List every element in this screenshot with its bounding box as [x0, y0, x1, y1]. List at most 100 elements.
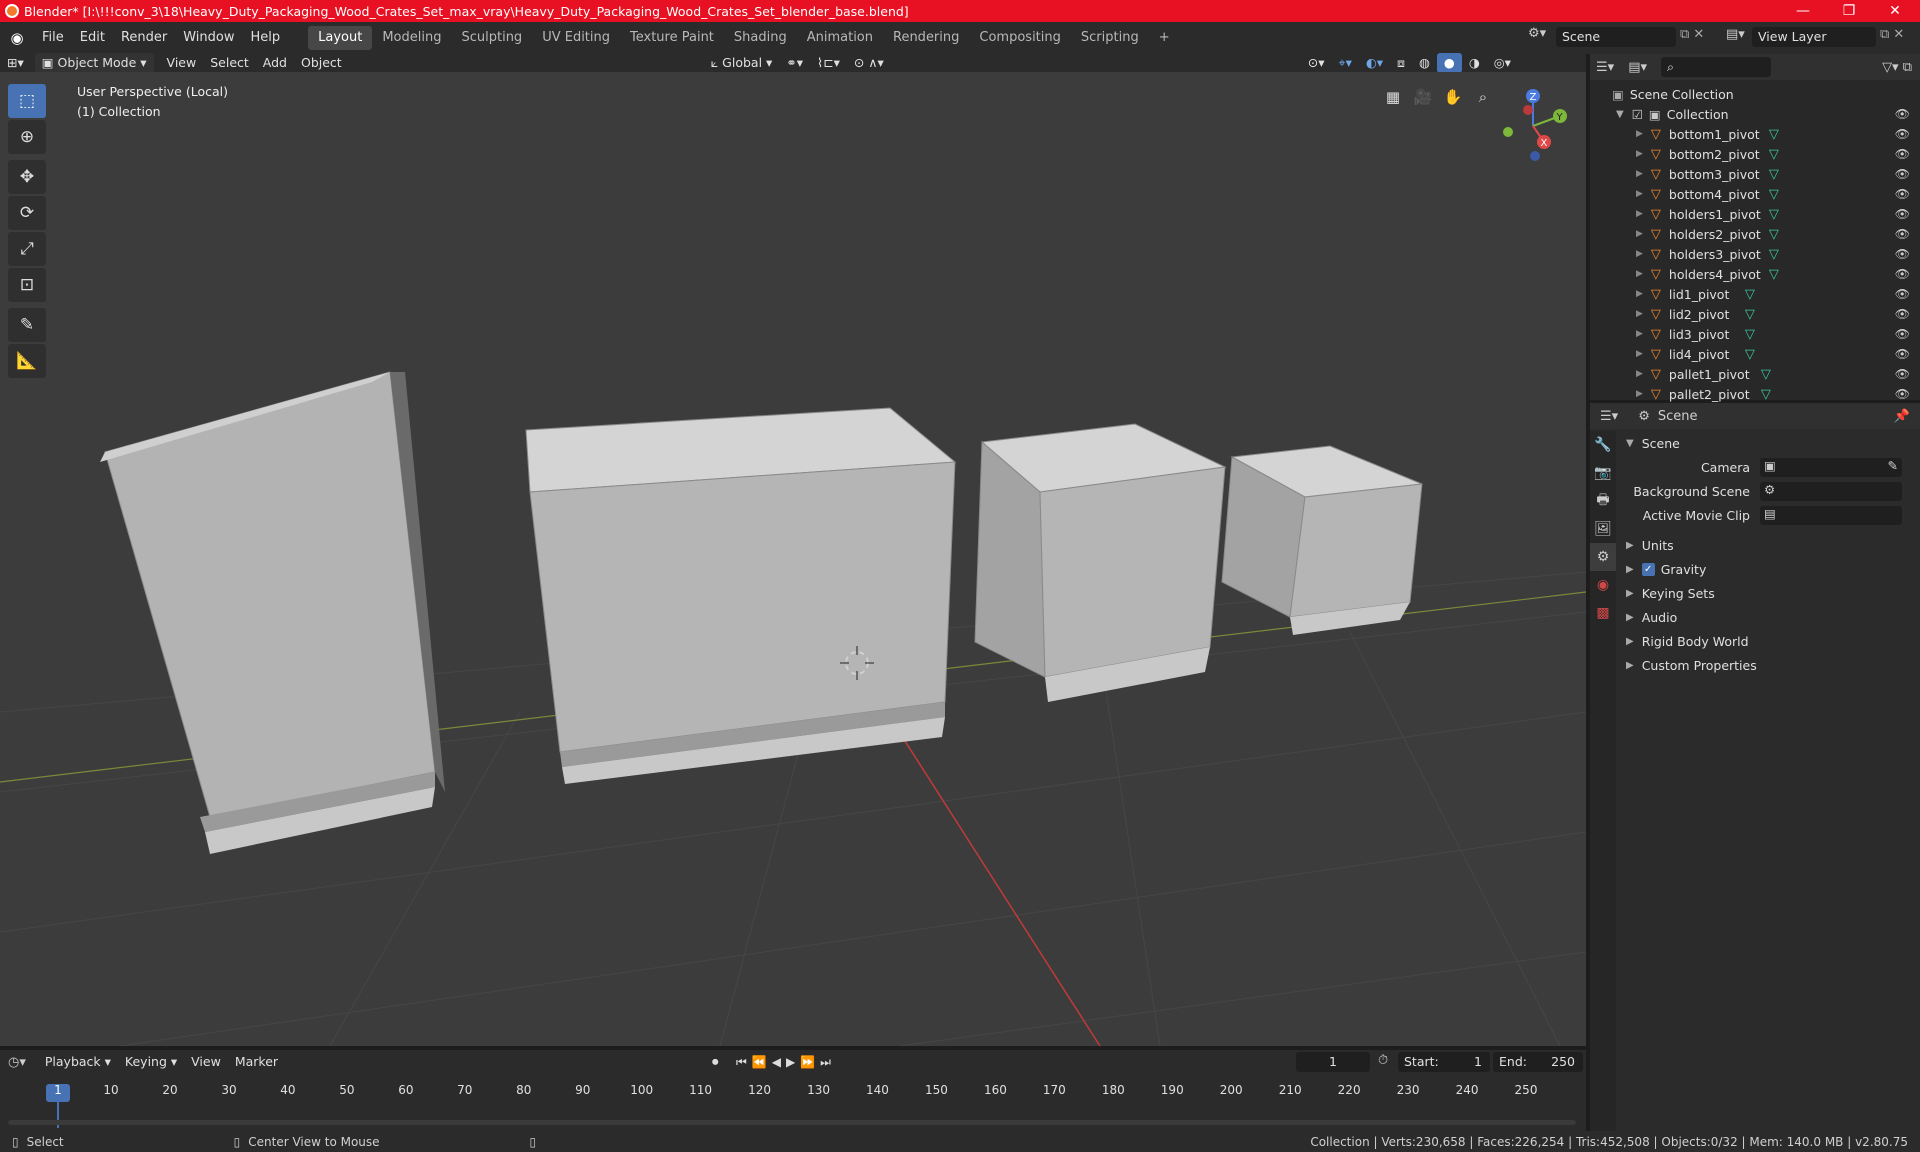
crate-1[interactable] — [100, 371, 445, 854]
workspace-tab-animation[interactable]: Animation — [797, 26, 883, 50]
transform-orientation-dropdown[interactable]: ⟀ Global ▾ — [704, 53, 780, 73]
outliner-scene-collection[interactable]: ▣ Scene Collection — [1590, 84, 1920, 104]
visibility-selectability-icon[interactable]: ⊙▾ — [1301, 53, 1332, 73]
background-scene-field[interactable]: ⚙ — [1760, 481, 1902, 501]
menu-file[interactable]: File — [34, 26, 72, 50]
audio-panel[interactable]: ▶ Audio — [1620, 605, 1920, 629]
maximize-button[interactable]: ❐ — [1826, 0, 1872, 22]
gravity-panel[interactable]: ▶ ✓ Gravity — [1620, 557, 1920, 581]
workspace-tab-layout[interactable]: Layout — [308, 26, 373, 50]
workspace-tab-modeling[interactable]: Modeling — [372, 26, 451, 50]
measure-tool-icon[interactable]: 📐 — [8, 344, 46, 378]
world-tab-icon[interactable]: ◉ — [1590, 571, 1616, 599]
shading-wireframe-icon[interactable]: ◍ — [1412, 53, 1437, 73]
render-tab-icon[interactable]: 📷 — [1590, 459, 1616, 487]
blender-menu-icon[interactable]: ◉ — [0, 29, 34, 47]
pivot-point-icon[interactable]: ⚭▾ — [779, 53, 810, 73]
viewport-menu-object[interactable]: Object — [294, 53, 349, 73]
crate-3[interactable] — [974, 423, 1227, 702]
shading-solid-icon[interactable]: ● — [1436, 53, 1462, 73]
menu-render[interactable]: Render — [113, 26, 175, 50]
scene-selector-icon[interactable]: ⚙▾ — [1528, 26, 1546, 41]
timeline-scrollbar[interactable] — [8, 1120, 1576, 1125]
eye-icon[interactable]: 👁 — [1895, 187, 1910, 201]
checkbox-icon[interactable]: ☑ — [1632, 107, 1643, 122]
workspace-tab-shading[interactable]: Shading — [724, 26, 797, 50]
annotate-tool-icon[interactable]: ✎ — [8, 308, 46, 342]
filter-icon[interactable]: ▽▾ ⧉ — [1882, 60, 1912, 75]
outliner-item[interactable]: ▶ ▽ pallet1_pivot ▽ 👁 — [1590, 364, 1920, 384]
zoom-view-icon[interactable]: ⌕ — [1470, 84, 1496, 110]
eye-icon[interactable]: 👁 — [1895, 127, 1910, 141]
active-movie-clip-field[interactable]: ▤ — [1760, 505, 1902, 525]
scene-tab-icon[interactable]: ⚙ — [1590, 543, 1616, 571]
output-tab-icon[interactable]: 🖶 — [1590, 487, 1616, 515]
scene-name-field[interactable]: Scene — [1556, 27, 1676, 47]
xray-toggle-icon[interactable]: ⧈ — [1390, 53, 1412, 73]
editor-type-icon[interactable]: ⊞▾ — [0, 53, 31, 73]
outliner-item[interactable]: ▶ ▽ lid3_pivot ▽ 👁 — [1590, 324, 1920, 344]
gizmo-neg-x[interactable] — [1523, 105, 1533, 115]
viewport-menu-select[interactable]: Select — [203, 53, 256, 73]
rigid-body-world-panel[interactable]: ▶ Rigid Body World — [1620, 629, 1920, 653]
outliner-item[interactable]: ▶ ▽ lid1_pivot ▽ 👁 — [1590, 284, 1920, 304]
eye-icon[interactable]: 👁 — [1895, 227, 1910, 241]
scale-tool-icon[interactable]: ⤢ — [8, 232, 46, 266]
workspace-tab-sculpting[interactable]: Sculpting — [451, 26, 532, 50]
display-mode-icon[interactable]: ▤▾ — [1628, 60, 1647, 75]
add-workspace-button[interactable]: + — [1149, 26, 1180, 50]
outliner-item[interactable]: ▶ ▽ holders2_pivot ▽ 👁 — [1590, 224, 1920, 244]
eye-icon[interactable]: 👁 — [1895, 347, 1910, 361]
shading-material-icon[interactable]: ◑ — [1462, 53, 1487, 73]
transform-tool-icon[interactable]: ⊡ — [8, 268, 46, 302]
3d-viewport[interactable]: User Perspective (Local) (1) Collection … — [0, 72, 1586, 1046]
view-layer-field[interactable]: View Layer — [1752, 27, 1876, 47]
move-tool-icon[interactable]: ✥ — [8, 160, 46, 194]
workspace-tab-rendering[interactable]: Rendering — [883, 26, 969, 50]
keying-sets-panel[interactable]: ▶ Keying Sets — [1620, 581, 1920, 605]
outliner-search-input[interactable]: ⌕ — [1661, 57, 1771, 77]
custom-properties-panel[interactable]: ▶ Custom Properties — [1620, 653, 1920, 677]
pan-view-hand-icon[interactable]: ✋ — [1440, 84, 1466, 110]
outliner-item[interactable]: ▶ ▽ bottom1_pivot ▽ 👁 — [1590, 124, 1920, 144]
mode-dropdown[interactable]: ▣ Object Mode ▾ — [34, 53, 154, 73]
crate-2[interactable] — [525, 407, 957, 784]
close-button[interactable]: ✕ — [1872, 0, 1918, 22]
eye-icon[interactable]: 👁 — [1895, 287, 1910, 301]
outliner-item[interactable]: ▶ ▽ bottom2_pivot ▽ 👁 — [1590, 144, 1920, 164]
select-box-tool-icon[interactable]: ⬚ — [8, 84, 46, 118]
gizmo-toggle-icon[interactable]: ⌖▾ — [1332, 53, 1359, 73]
snap-toggle-icon[interactable]: ⌇⊏▾ — [810, 53, 847, 73]
eye-icon[interactable]: 👁 — [1895, 307, 1910, 321]
eye-icon[interactable]: 👁 — [1895, 367, 1910, 381]
eyedropper-icon[interactable]: ✎ — [1888, 458, 1898, 473]
outliner-editor-type-icon[interactable]: ☰▾ — [1596, 60, 1614, 75]
eye-icon[interactable]: 👁 — [1895, 207, 1910, 221]
viewport-menu-add[interactable]: Add — [256, 53, 294, 73]
outliner-item[interactable]: ▶ ▽ holders3_pivot ▽ 👁 — [1590, 244, 1920, 264]
menu-window[interactable]: Window — [175, 26, 242, 50]
pin-icon[interactable]: 📌 — [1894, 409, 1910, 424]
timeline-ruler[interactable]: 1 10 20 30 40 50 60 70 80 90 100 110 120 130 140 150 160… — [0, 1050, 1586, 1132]
gizmo-neg-z[interactable] — [1530, 151, 1540, 161]
outliner-item[interactable]: ▶ ▽ bottom3_pivot ▽ 👁 — [1590, 164, 1920, 184]
view-layer-icon[interactable]: ▤▾ — [1726, 27, 1745, 42]
outliner-item[interactable]: ▶ ▽ bottom4_pivot ▽ 👁 — [1590, 184, 1920, 204]
workspace-tab-uv-editing[interactable]: UV Editing — [532, 26, 620, 50]
minimize-button[interactable]: — — [1780, 0, 1826, 22]
eye-icon[interactable]: 👁 — [1895, 167, 1910, 181]
eye-icon[interactable]: 👁 — [1895, 107, 1910, 121]
eye-icon[interactable]: 👁 — [1895, 247, 1910, 261]
outliner-item[interactable]: ▶ ▽ holders1_pivot ▽ 👁 — [1590, 204, 1920, 224]
units-panel[interactable]: ▶ Units — [1620, 533, 1920, 557]
view-layer-tab-icon[interactable]: 🖼 — [1590, 515, 1616, 543]
crate-4[interactable] — [1221, 445, 1423, 635]
viewport-menu-view[interactable]: View — [160, 53, 204, 73]
texture-tab-icon[interactable]: ▩ — [1590, 599, 1616, 627]
outliner-item[interactable]: ▶ ▽ holders4_pivot ▽ 👁 — [1590, 264, 1920, 284]
workspace-tab-compositing[interactable]: Compositing — [969, 26, 1071, 50]
cursor-tool-icon[interactable]: ⊕ — [8, 120, 46, 154]
outliner-item[interactable]: ▶ ▽ lid4_pivot ▽ 👁 — [1590, 344, 1920, 364]
gizmo-neg-y[interactable] — [1503, 127, 1513, 137]
camera-view-icon[interactable]: 🎥 — [1410, 84, 1436, 110]
